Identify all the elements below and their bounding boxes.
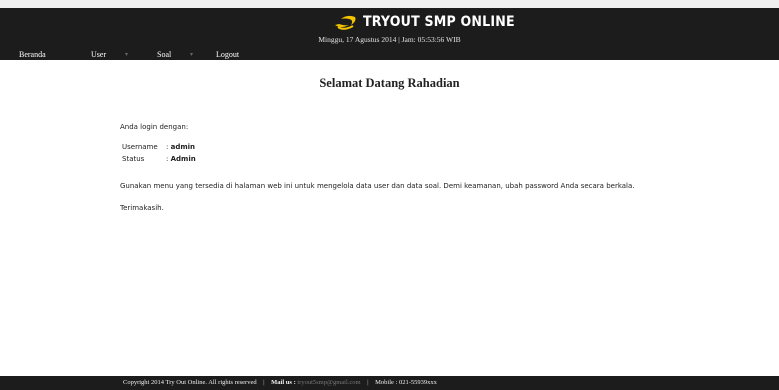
separator-colon: : [166, 143, 169, 151]
status-value: Admin [170, 155, 196, 163]
footer-text: Copyright 2014 Try Out Online. All right… [123, 376, 437, 390]
page-title: Selamat Datang Rahadian [319, 76, 460, 90]
logo-swoosh-icon [335, 15, 356, 30]
site-header: TRYOUT SMP ONLINE Minggu, 17 Agustus 201… [0, 8, 779, 60]
site-footer: Copyright 2014 Try Out Online. All right… [0, 376, 779, 390]
brand-name: TRYOUT SMP ONLINE [363, 14, 515, 30]
username-value: admin [170, 143, 196, 151]
dropdown-arrow-icon: ▾ [190, 51, 194, 58]
thanks-text: Terimakasih. [120, 204, 164, 212]
status-label: Status [122, 155, 145, 163]
mail-label: Mail us : [271, 379, 296, 386]
nav-item-logout[interactable]: Logout [216, 49, 239, 61]
footer-separator: | [263, 379, 265, 386]
site-logo[interactable]: TRYOUT SMP ONLINE [333, 12, 515, 32]
info-message: Gunakan menu yang tersedia di halaman we… [120, 182, 635, 190]
main-nav: Beranda User ▾ Soal ▾ Logout [0, 49, 779, 63]
copyright-text: Copyright 2014 Try Out Online. All right… [123, 379, 257, 386]
separator-colon: : [166, 155, 169, 163]
status-row: Status: Admin [122, 155, 196, 163]
mail-link[interactable]: tryout5smp@gmail.com [297, 379, 360, 386]
login-intro-text: Anda login dengan: [120, 123, 189, 131]
nav-item-beranda[interactable]: Beranda [19, 49, 46, 61]
nav-item-user[interactable]: User [91, 49, 106, 61]
date-time-display: Minggu, 17 Agustus 2014 | Jam: 05:53:56 … [318, 35, 461, 44]
mobile-text: Mobile : 021-55939xxx [375, 379, 437, 386]
username-label: Username [122, 143, 158, 151]
username-row: Username: admin [122, 143, 195, 151]
nav-item-soal[interactable]: Soal [157, 49, 171, 61]
dropdown-arrow-icon: ▾ [125, 51, 129, 58]
footer-separator: | [367, 379, 369, 386]
